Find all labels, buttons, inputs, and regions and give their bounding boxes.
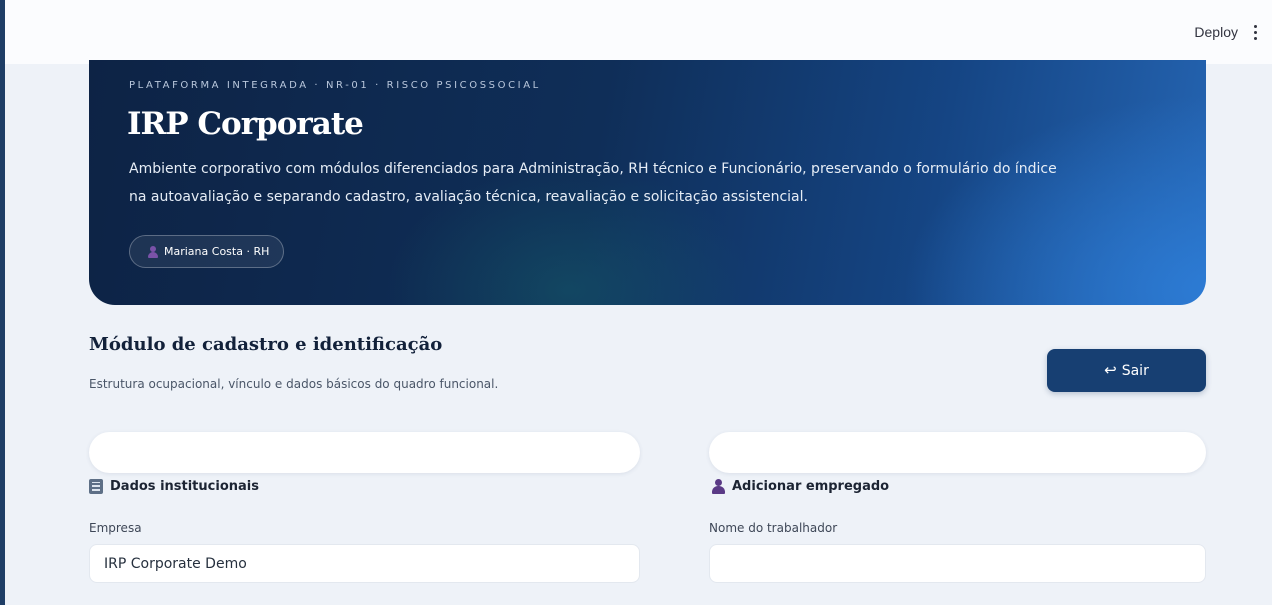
hero-eyebrow: PLATAFORMA INTEGRADA · NR-01 · RISCO PSI…	[129, 80, 541, 91]
page-title: IRP Corporate	[127, 106, 364, 142]
exit-button-label: Sair	[1121, 362, 1149, 379]
hero-banner: PLATAFORMA INTEGRADA · NR-01 · RISCO PSI…	[89, 60, 1206, 305]
exit-button[interactable]: ↩ Sair	[1047, 349, 1206, 392]
user-badge[interactable]: Mariana Costa · RH	[129, 235, 285, 268]
institutional-data-heading: Dados institucionais	[89, 479, 259, 494]
add-employee-heading: Adicionar empregado	[712, 479, 889, 494]
left-column-card-header	[89, 432, 640, 473]
section-title: Módulo de cadastro e identificação	[89, 334, 443, 355]
worker-name-field-label: Nome do trabalhador	[709, 521, 838, 535]
right-column-card-header	[709, 432, 1206, 473]
top-toolbar: Deploy	[5, 0, 1272, 64]
left-edge-bar	[0, 0, 5, 605]
hero-description: Ambiente corporativo com módulos diferen…	[129, 161, 1057, 205]
deploy-button[interactable]: Deploy	[1194, 24, 1238, 40]
person-icon	[148, 245, 158, 258]
company-field-label: Empresa	[89, 521, 142, 535]
section-subtitle: Estrutura ocupacional, vínculo e dados b…	[89, 377, 499, 391]
worker-name-input[interactable]	[709, 544, 1206, 583]
kebab-menu-icon[interactable]	[1248, 22, 1262, 42]
add-employee-label: Adicionar empregado	[732, 479, 890, 494]
building-icon	[89, 479, 103, 494]
return-arrow-icon: ↩	[1104, 361, 1117, 379]
institutional-data-label: Dados institucionais	[110, 479, 259, 494]
person-icon	[712, 479, 725, 494]
company-input[interactable]	[89, 544, 640, 583]
user-badge-label: Mariana Costa · RH	[164, 245, 270, 258]
